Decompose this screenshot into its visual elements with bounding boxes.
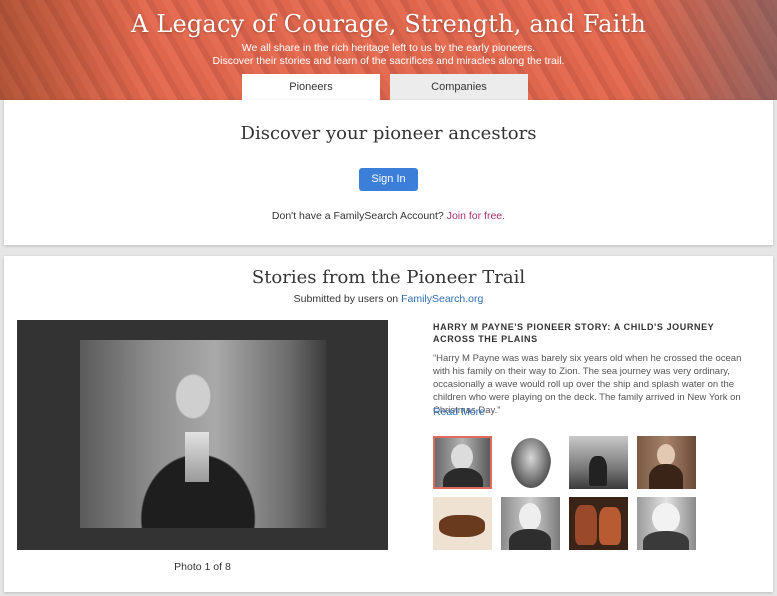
thumb-shawl	[643, 531, 689, 550]
thumbnail-2[interactable]	[501, 436, 560, 489]
boot-right	[599, 507, 621, 545]
thumb-coat	[509, 529, 551, 550]
read-more-link[interactable]: Read More	[433, 406, 485, 418]
story-title: Harry M Payne's Pioneer Story: A Child's…	[433, 322, 715, 344]
account-prompt-text: Don't have a FamilySearch Account?	[271, 210, 444, 222]
submitted-line: Submitted by users on FamilySearch.org	[4, 293, 773, 305]
thumbnail-8[interactable]	[637, 497, 696, 550]
portrait-man-mustache-thumb-icon	[451, 444, 473, 470]
tab-pioneers[interactable]: Pioneers	[242, 74, 380, 100]
stories-title: Stories from the Pioneer Trail	[251, 267, 526, 288]
photo-viewer[interactable]	[17, 320, 388, 550]
thumbnail-7[interactable]	[569, 497, 628, 550]
thumbnail-1[interactable]	[433, 436, 492, 489]
join-for-free-link[interactable]: Join for free.	[447, 210, 505, 222]
thumb-body	[443, 468, 483, 487]
cattle-drawing-thumb-icon	[439, 515, 485, 537]
account-prompt-line: Don't have a FamilySearch Account? Join …	[4, 210, 773, 222]
thumbnail-3[interactable]	[569, 436, 628, 489]
hero-subtitle-line1: We all share in the rich heritage left t…	[241, 42, 536, 54]
thumbnail-6[interactable]	[501, 497, 560, 550]
tab-companies[interactable]: Companies	[390, 74, 528, 100]
ship-deck-men-thumb-icon	[589, 456, 607, 486]
photo-collar-detail	[185, 432, 209, 482]
hero-banner: A Legacy of Courage, Strength, and Faith…	[0, 0, 777, 100]
sign-in-button[interactable]: Sign In	[359, 168, 418, 191]
portrait-bearded-man-oval-thumb-icon	[511, 438, 551, 488]
portrait-woman-sepia-thumb-icon	[657, 444, 675, 466]
photo-counter: Photo 1 of 8	[174, 561, 231, 573]
portrait-old-woman-bonnet-thumb-icon	[652, 503, 680, 533]
submitted-prefix: Submitted by users on	[293, 293, 399, 305]
familysearch-link[interactable]: FamilySearch.org	[401, 293, 483, 305]
hero-subtitle-line2: Discover their stories and learn of the …	[212, 55, 565, 67]
stories-card: Stories from the Pioneer Trail Submitted…	[4, 256, 773, 592]
thumbnail-5[interactable]	[433, 497, 492, 550]
discover-title: Discover your pioneer ancestors	[240, 123, 537, 144]
hero-title: A Legacy of Courage, Strength, and Faith	[130, 10, 647, 38]
portrait-old-bearded-man-thumb-icon	[519, 503, 541, 531]
worn-boots-thumb-icon	[575, 505, 597, 545]
thumb-dress	[649, 464, 683, 489]
main-photo-portrait	[80, 340, 326, 528]
discover-card: Discover your pioneer ancestors Sign In …	[4, 100, 773, 245]
thumbnail-4[interactable]	[637, 436, 696, 489]
